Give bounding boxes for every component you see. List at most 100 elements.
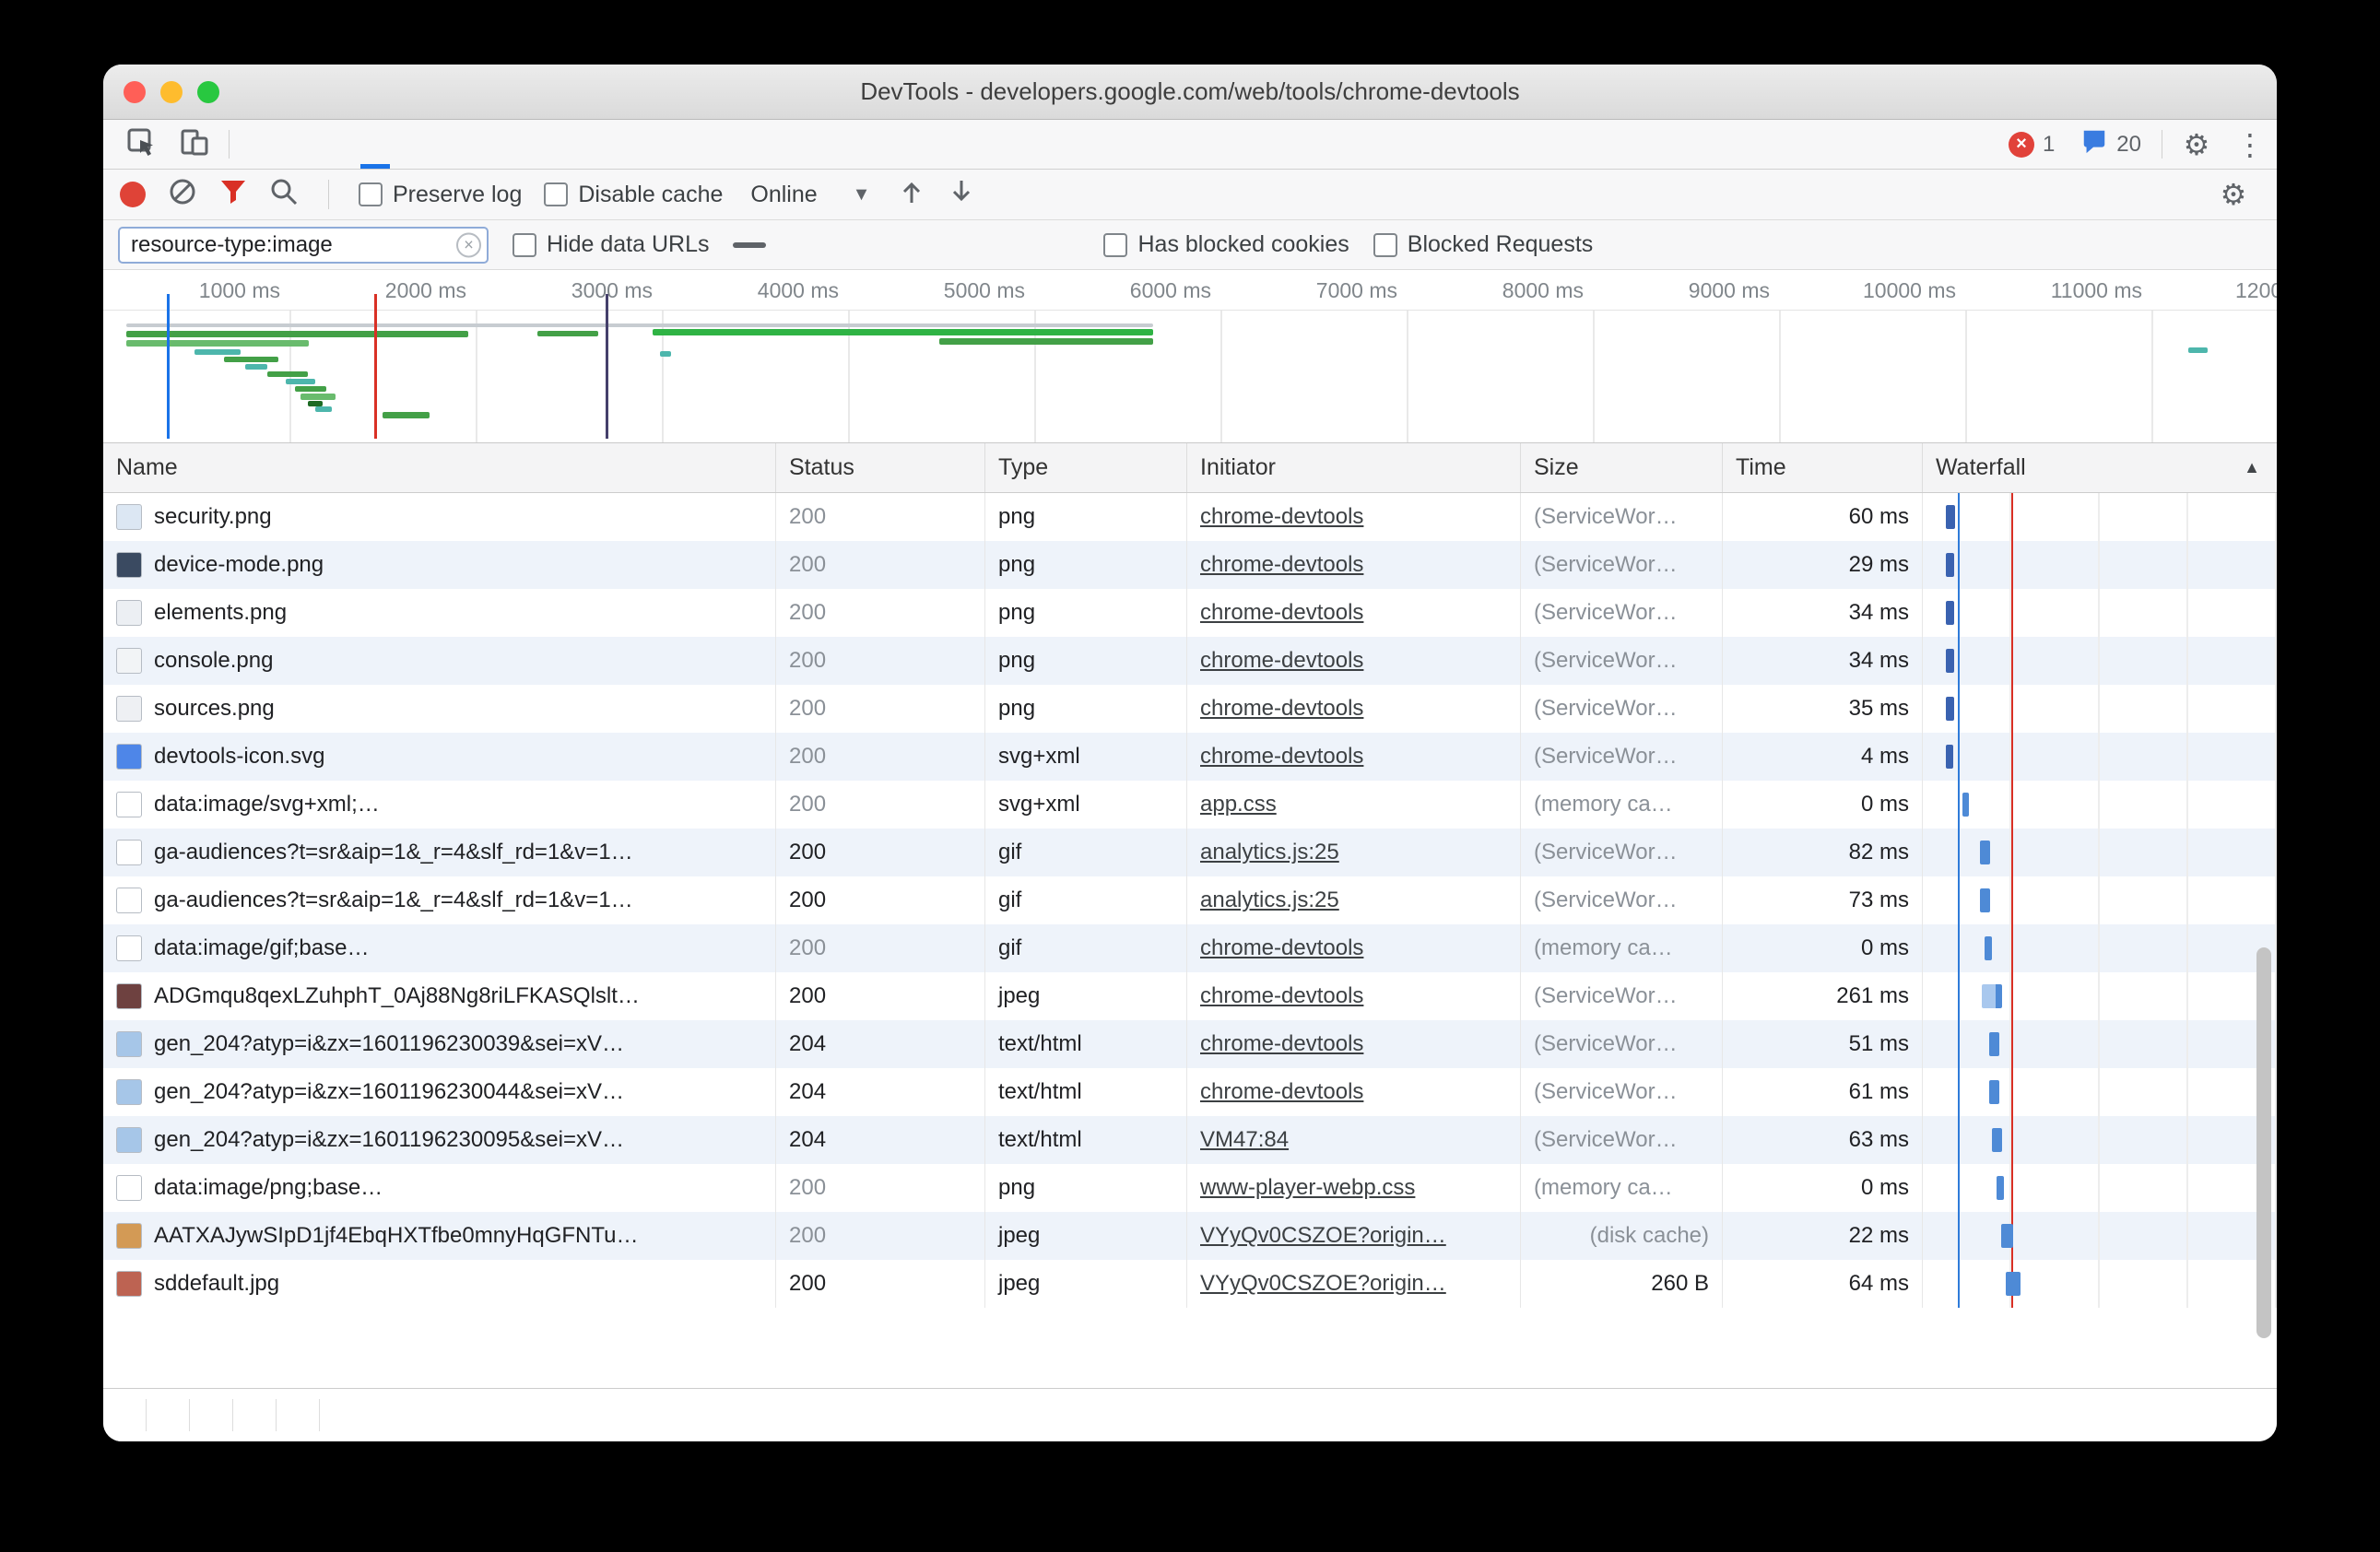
initiator-link[interactable]: analytics.js:25 bbox=[1200, 888, 1339, 913]
column-header-waterfall[interactable]: Waterfall ▲ bbox=[1923, 443, 2277, 492]
window-titlebar[interactable]: DevTools - developers.google.com/web/too… bbox=[103, 65, 2277, 120]
request-name: sddefault.jpg bbox=[154, 1271, 279, 1297]
checkbox-unchecked[interactable] bbox=[359, 182, 383, 206]
column-header-status[interactable]: Status bbox=[776, 443, 985, 492]
throttling-select[interactable]: Online ▼ bbox=[745, 182, 876, 208]
request-row[interactable]: devtools-icon.svg 200 svg+xml chrome-dev… bbox=[103, 733, 2277, 781]
request-time: 34 ms bbox=[1723, 637, 1923, 685]
request-row[interactable]: security.png 200 png chrome-devtools (Se… bbox=[103, 493, 2277, 541]
has-blocked-cookies-checkbox[interactable]: Has blocked cookies bbox=[1103, 231, 1349, 258]
request-row[interactable]: sources.png 200 png chrome-devtools (Ser… bbox=[103, 685, 2277, 733]
initiator-link[interactable]: chrome-devtools bbox=[1200, 648, 1363, 674]
record-network-log-button[interactable] bbox=[120, 182, 146, 207]
request-row[interactable]: sddefault.jpg 200 jpeg VYyQv0CSZOE?origi… bbox=[103, 1260, 2277, 1308]
settings-button[interactable]: ⚙ bbox=[2170, 120, 2223, 169]
column-header-type[interactable]: Type bbox=[985, 443, 1187, 492]
tab-lighthouse[interactable] bbox=[624, 120, 679, 169]
initiator-link[interactable]: app.css bbox=[1200, 792, 1277, 817]
minimize-window-button[interactable] bbox=[160, 81, 183, 103]
tab-elements[interactable] bbox=[237, 120, 292, 169]
import-har-button[interactable] bbox=[898, 178, 925, 212]
device-toolbar-button[interactable] bbox=[168, 120, 221, 169]
request-row[interactable]: gen_204?atyp=i&zx=1601196230039&sei=xV… … bbox=[103, 1020, 2277, 1068]
more-options-button[interactable]: ⋮ bbox=[2223, 120, 2277, 169]
tab-console[interactable] bbox=[292, 120, 348, 169]
filter-pill-img[interactable] bbox=[884, 242, 891, 248]
zoom-window-button[interactable] bbox=[197, 81, 219, 103]
tab-application[interactable] bbox=[513, 120, 569, 169]
filter-pill-manifest[interactable] bbox=[1041, 242, 1048, 248]
request-row[interactable]: data:image/svg+xml;… 200 svg+xml app.css… bbox=[103, 781, 2277, 829]
initiator-link[interactable]: VYyQv0CSZOE?origin… bbox=[1200, 1223, 1446, 1249]
filter-pill-all[interactable] bbox=[733, 242, 766, 248]
initiator-link[interactable]: www-player-webp.css bbox=[1200, 1175, 1415, 1201]
initiator-link[interactable]: chrome-devtools bbox=[1200, 935, 1363, 961]
initiator-link[interactable]: VYyQv0CSZOE?origin… bbox=[1200, 1271, 1446, 1297]
resource-thumbnail-icon bbox=[116, 696, 142, 722]
checkbox-unchecked[interactable] bbox=[513, 233, 536, 257]
filter-pill-js[interactable] bbox=[821, 242, 829, 248]
request-row[interactable]: console.png 200 png chrome-devtools (Ser… bbox=[103, 637, 2277, 685]
overview-request-bar bbox=[300, 394, 336, 400]
issues-counter[interactable]: 20 bbox=[2068, 120, 2154, 169]
blocked-requests-checkbox[interactable]: Blocked Requests bbox=[1373, 231, 1594, 258]
devtools-window: DevTools - developers.google.com/web/too… bbox=[103, 65, 2277, 1441]
request-row[interactable]: ga-audiences?t=sr&aip=1&_r=4&slf_rd=1&v=… bbox=[103, 829, 2277, 876]
filter-pill-css[interactable] bbox=[853, 242, 860, 248]
request-row[interactable]: gen_204?atyp=i&zx=1601196230095&sei=xV… … bbox=[103, 1116, 2277, 1164]
filter-pill-ws[interactable] bbox=[1009, 242, 1017, 248]
vertical-scrollbar-thumb[interactable] bbox=[2256, 947, 2271, 1338]
filter-pill-font[interactable] bbox=[947, 242, 954, 248]
request-row[interactable]: elements.png 200 png chrome-devtools (Se… bbox=[103, 589, 2277, 637]
filter-pill-other[interactable] bbox=[1072, 242, 1079, 248]
error-counter[interactable]: × 1 bbox=[1996, 120, 2068, 169]
initiator-link[interactable]: analytics.js:25 bbox=[1200, 840, 1339, 865]
column-header-initiator[interactable]: Initiator bbox=[1187, 443, 1521, 492]
tab-performance[interactable] bbox=[403, 120, 458, 169]
tab-network[interactable] bbox=[348, 120, 403, 169]
initiator-link[interactable]: chrome-devtools bbox=[1200, 1079, 1363, 1105]
request-row[interactable]: device-mode.png 200 png chrome-devtools … bbox=[103, 541, 2277, 589]
tab-security[interactable] bbox=[569, 120, 624, 169]
initiator-link[interactable]: chrome-devtools bbox=[1200, 1031, 1363, 1057]
request-time: 51 ms bbox=[1723, 1020, 1923, 1068]
request-row[interactable]: ADGmqu8qexLZuhphT_0Aj88Ng8riLFKASQlslt… … bbox=[103, 972, 2277, 1020]
initiator-link[interactable]: chrome-devtools bbox=[1200, 600, 1363, 626]
request-row[interactable]: gen_204?atyp=i&zx=1601196230044&sei=xV… … bbox=[103, 1068, 2277, 1116]
column-header-time[interactable]: Time bbox=[1723, 443, 1923, 492]
filter-pill-doc[interactable] bbox=[978, 242, 985, 248]
initiator-link[interactable]: chrome-devtools bbox=[1200, 504, 1363, 530]
checkbox-unchecked[interactable] bbox=[1103, 233, 1127, 257]
request-row[interactable]: AATXAJywSIpD1jf4EbqHXTfbe0mnyHqGFNTu… 20… bbox=[103, 1212, 2277, 1260]
initiator-link[interactable]: chrome-devtools bbox=[1200, 696, 1363, 722]
request-row[interactable]: ga-audiences?t=sr&aip=1&_r=4&slf_rd=1&v=… bbox=[103, 876, 2277, 924]
close-window-button[interactable] bbox=[124, 81, 146, 103]
filter-toggle-button[interactable] bbox=[219, 178, 247, 212]
hide-data-urls-checkbox[interactable]: Hide data URLs bbox=[513, 231, 709, 258]
search-button[interactable] bbox=[269, 177, 299, 213]
column-header-size[interactable]: Size bbox=[1521, 443, 1723, 492]
disable-cache-checkbox[interactable]: Disable cache bbox=[544, 182, 723, 208]
filter-pill-media[interactable] bbox=[915, 242, 923, 248]
initiator-link[interactable]: chrome-devtools bbox=[1200, 983, 1363, 1009]
request-row[interactable]: data:image/gif;base… 200 gif chrome-devt… bbox=[103, 924, 2277, 972]
filter-input[interactable] bbox=[118, 227, 489, 264]
network-overview[interactable]: 1000 ms2000 ms3000 ms4000 ms5000 ms6000 … bbox=[103, 270, 2277, 443]
initiator-link[interactable]: chrome-devtools bbox=[1200, 552, 1363, 578]
inspect-element-button[interactable] bbox=[114, 120, 168, 169]
export-har-button[interactable] bbox=[948, 178, 975, 212]
initiator-link[interactable]: chrome-devtools bbox=[1200, 744, 1363, 770]
request-time: 63 ms bbox=[1723, 1116, 1923, 1164]
filter-pill-xhr[interactable] bbox=[790, 242, 797, 248]
clear-network-log-button[interactable] bbox=[168, 177, 197, 213]
request-row[interactable]: data:image/png;base… 200 png www-player-… bbox=[103, 1164, 2277, 1212]
network-settings-button[interactable]: ⚙ bbox=[2207, 180, 2260, 209]
tab-memory[interactable] bbox=[458, 120, 513, 169]
clear-filter-icon[interactable]: × bbox=[456, 232, 481, 257]
column-header-name[interactable]: Name bbox=[103, 443, 776, 492]
preserve-log-checkbox[interactable]: Preserve log bbox=[359, 182, 522, 208]
overview-gridline bbox=[476, 311, 477, 442]
checkbox-unchecked[interactable] bbox=[544, 182, 568, 206]
initiator-link[interactable]: VM47:84 bbox=[1200, 1127, 1289, 1153]
checkbox-unchecked[interactable] bbox=[1373, 233, 1397, 257]
